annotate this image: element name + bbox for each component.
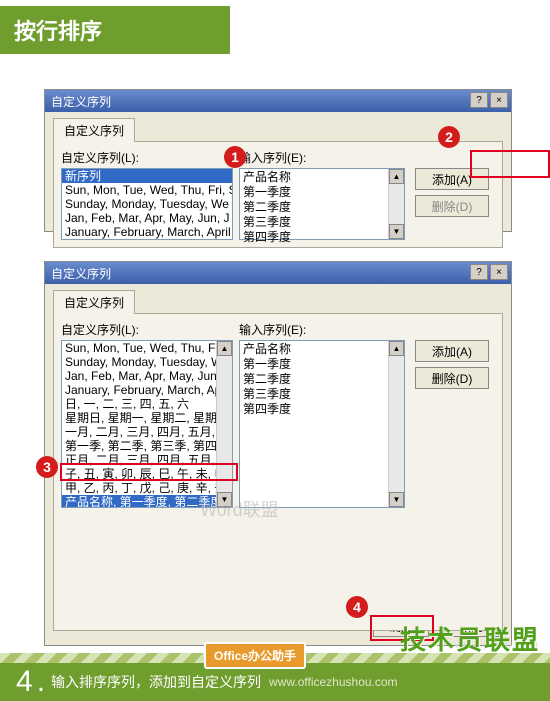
input-list-textarea[interactable]: 产品名称 第一季度 第二季度 第三季度 第四季度 ▲ ▼ <box>239 168 405 240</box>
close-button[interactable]: × <box>490 264 508 280</box>
list-item[interactable]: 第一季, 第二季, 第三季, 第四季 <box>62 439 232 453</box>
custom-list-label: 自定义序列(L): <box>61 321 239 338</box>
input-list-label: 输入序列(E): <box>239 149 409 166</box>
delete-button: 删除(D) <box>415 195 489 217</box>
office-badge: Office办公助手 <box>204 642 306 669</box>
list-item[interactable]: 一月, 二月, 三月, 四月, 五月, 六月 <box>62 425 232 439</box>
list-item[interactable]: 日, 一, 二, 三, 四, 五, 六 <box>62 397 232 411</box>
step-marker-2: 2 <box>438 126 460 148</box>
step-marker-4: 4 <box>346 596 368 618</box>
entry-row: 第一季度 <box>243 185 401 200</box>
list-item[interactable]: Sun, Mon, Tue, Wed, Thu, Fri, S <box>62 341 232 355</box>
entry-row: 产品名称 <box>243 342 401 357</box>
list-item[interactable]: Sunday, Monday, Tuesday, We <box>62 197 232 211</box>
input-list-label: 输入序列(E): <box>239 321 409 338</box>
list-item[interactable]: 星期日, 星期一, 星期二, 星期三, <box>62 411 232 425</box>
close-button[interactable]: × <box>490 92 508 108</box>
list-item[interactable]: 甲, 乙, 丙, 丁, 戊, 己, 庚, 辛, 壬, 癸 <box>62 481 232 495</box>
custom-list-dialog-2: 自定义序列 ? × 自定义序列 自定义序列(L): 输入序列(E): Sun, … <box>44 261 512 646</box>
entry-row: 第三季度 <box>243 387 401 402</box>
add-button[interactable]: 添加(A) <box>415 168 489 190</box>
list-item[interactable]: January, February, March, April <box>62 383 232 397</box>
tab-custom-list[interactable]: 自定义序列 <box>53 290 135 314</box>
scroll-down-icon[interactable]: ▼ <box>389 224 404 239</box>
list-item[interactable]: Jan, Feb, Mar, Apr, May, Jun, J <box>62 369 232 383</box>
tab-custom-list[interactable]: 自定义序列 <box>53 118 135 142</box>
dialog-title: 自定义序列 <box>51 93 111 110</box>
add-button[interactable]: 添加(A) <box>415 340 489 362</box>
custom-list-label: 自定义序列(L): <box>61 149 239 166</box>
scroll-up-icon[interactable]: ▲ <box>389 341 404 356</box>
custom-list-box[interactable]: Sun, Mon, Tue, Wed, Thu, Fri, S Sunday, … <box>61 340 233 508</box>
list-item[interactable]: Jan, Feb, Mar, Apr, May, Jun, J <box>62 211 232 225</box>
scroll-up-icon[interactable]: ▲ <box>217 341 232 356</box>
list-item[interactable]: 产品名称, 第一季度, 第二季度, 第 <box>62 495 232 508</box>
entry-row: 产品名称 <box>243 170 401 185</box>
step-marker-3: 3 <box>36 456 58 478</box>
entry-row: 第一季度 <box>243 357 401 372</box>
step-marker-1: 1 <box>224 146 246 168</box>
help-button[interactable]: ? <box>470 264 488 280</box>
list-item[interactable]: 新序列 <box>62 169 232 183</box>
step-dot: . <box>37 665 45 699</box>
entry-row: 第二季度 <box>243 372 401 387</box>
list-item[interactable]: Sun, Mon, Tue, Wed, Thu, Fri, S <box>62 183 232 197</box>
entry-row: 第三季度 <box>243 215 401 230</box>
list-item[interactable]: January, February, March, April <box>62 225 232 239</box>
step-number: 4 <box>16 665 33 699</box>
entry-row: 第二季度 <box>243 200 401 215</box>
scrollbar[interactable]: ▲ ▼ <box>216 341 232 507</box>
entry-row: 第四季度 <box>243 230 401 245</box>
entry-row: 第四季度 <box>243 402 401 417</box>
scrollbar[interactable]: ▲ ▼ <box>388 341 404 507</box>
list-item[interactable]: 正月, 二月, 三月, 四月, 五月, 六月 <box>62 453 232 467</box>
site-logo-watermark: 技术员联盟 <box>400 620 540 657</box>
scroll-up-icon[interactable]: ▲ <box>389 169 404 184</box>
titlebar: 自定义序列 ? × <box>45 90 511 112</box>
dialog-title: 自定义序列 <box>51 265 111 282</box>
delete-button[interactable]: 删除(D) <box>415 367 489 389</box>
step-text: 输入排序序列，添加到自定义序列 <box>51 672 261 692</box>
scroll-down-icon[interactable]: ▼ <box>217 492 232 507</box>
input-list-textarea[interactable]: 产品名称 第一季度 第二季度 第三季度 第四季度 ▲ ▼ <box>239 340 405 508</box>
titlebar: 自定义序列 ? × <box>45 262 511 284</box>
custom-list-dialog-1: 自定义序列 ? × 自定义序列 自定义序列(L): 输入序列(E): 新序列 S… <box>44 89 512 232</box>
list-item[interactable]: Sunday, Monday, Tuesday, We <box>62 355 232 369</box>
list-item[interactable]: 日, 一, 二, 三, 四, 五, 六 <box>62 239 232 240</box>
help-button[interactable]: ? <box>470 92 488 108</box>
scroll-down-icon[interactable]: ▼ <box>389 492 404 507</box>
office-url: www.officezhushou.com <box>269 675 398 689</box>
custom-list-box[interactable]: 新序列 Sun, Mon, Tue, Wed, Thu, Fri, S Sund… <box>61 168 233 240</box>
list-item[interactable]: 子, 丑, 寅, 卯, 辰, 巳, 午, 未, 申, 酉 <box>62 467 232 481</box>
page-header: 按行排序 <box>0 6 230 54</box>
scrollbar[interactable]: ▲ ▼ <box>388 169 404 239</box>
